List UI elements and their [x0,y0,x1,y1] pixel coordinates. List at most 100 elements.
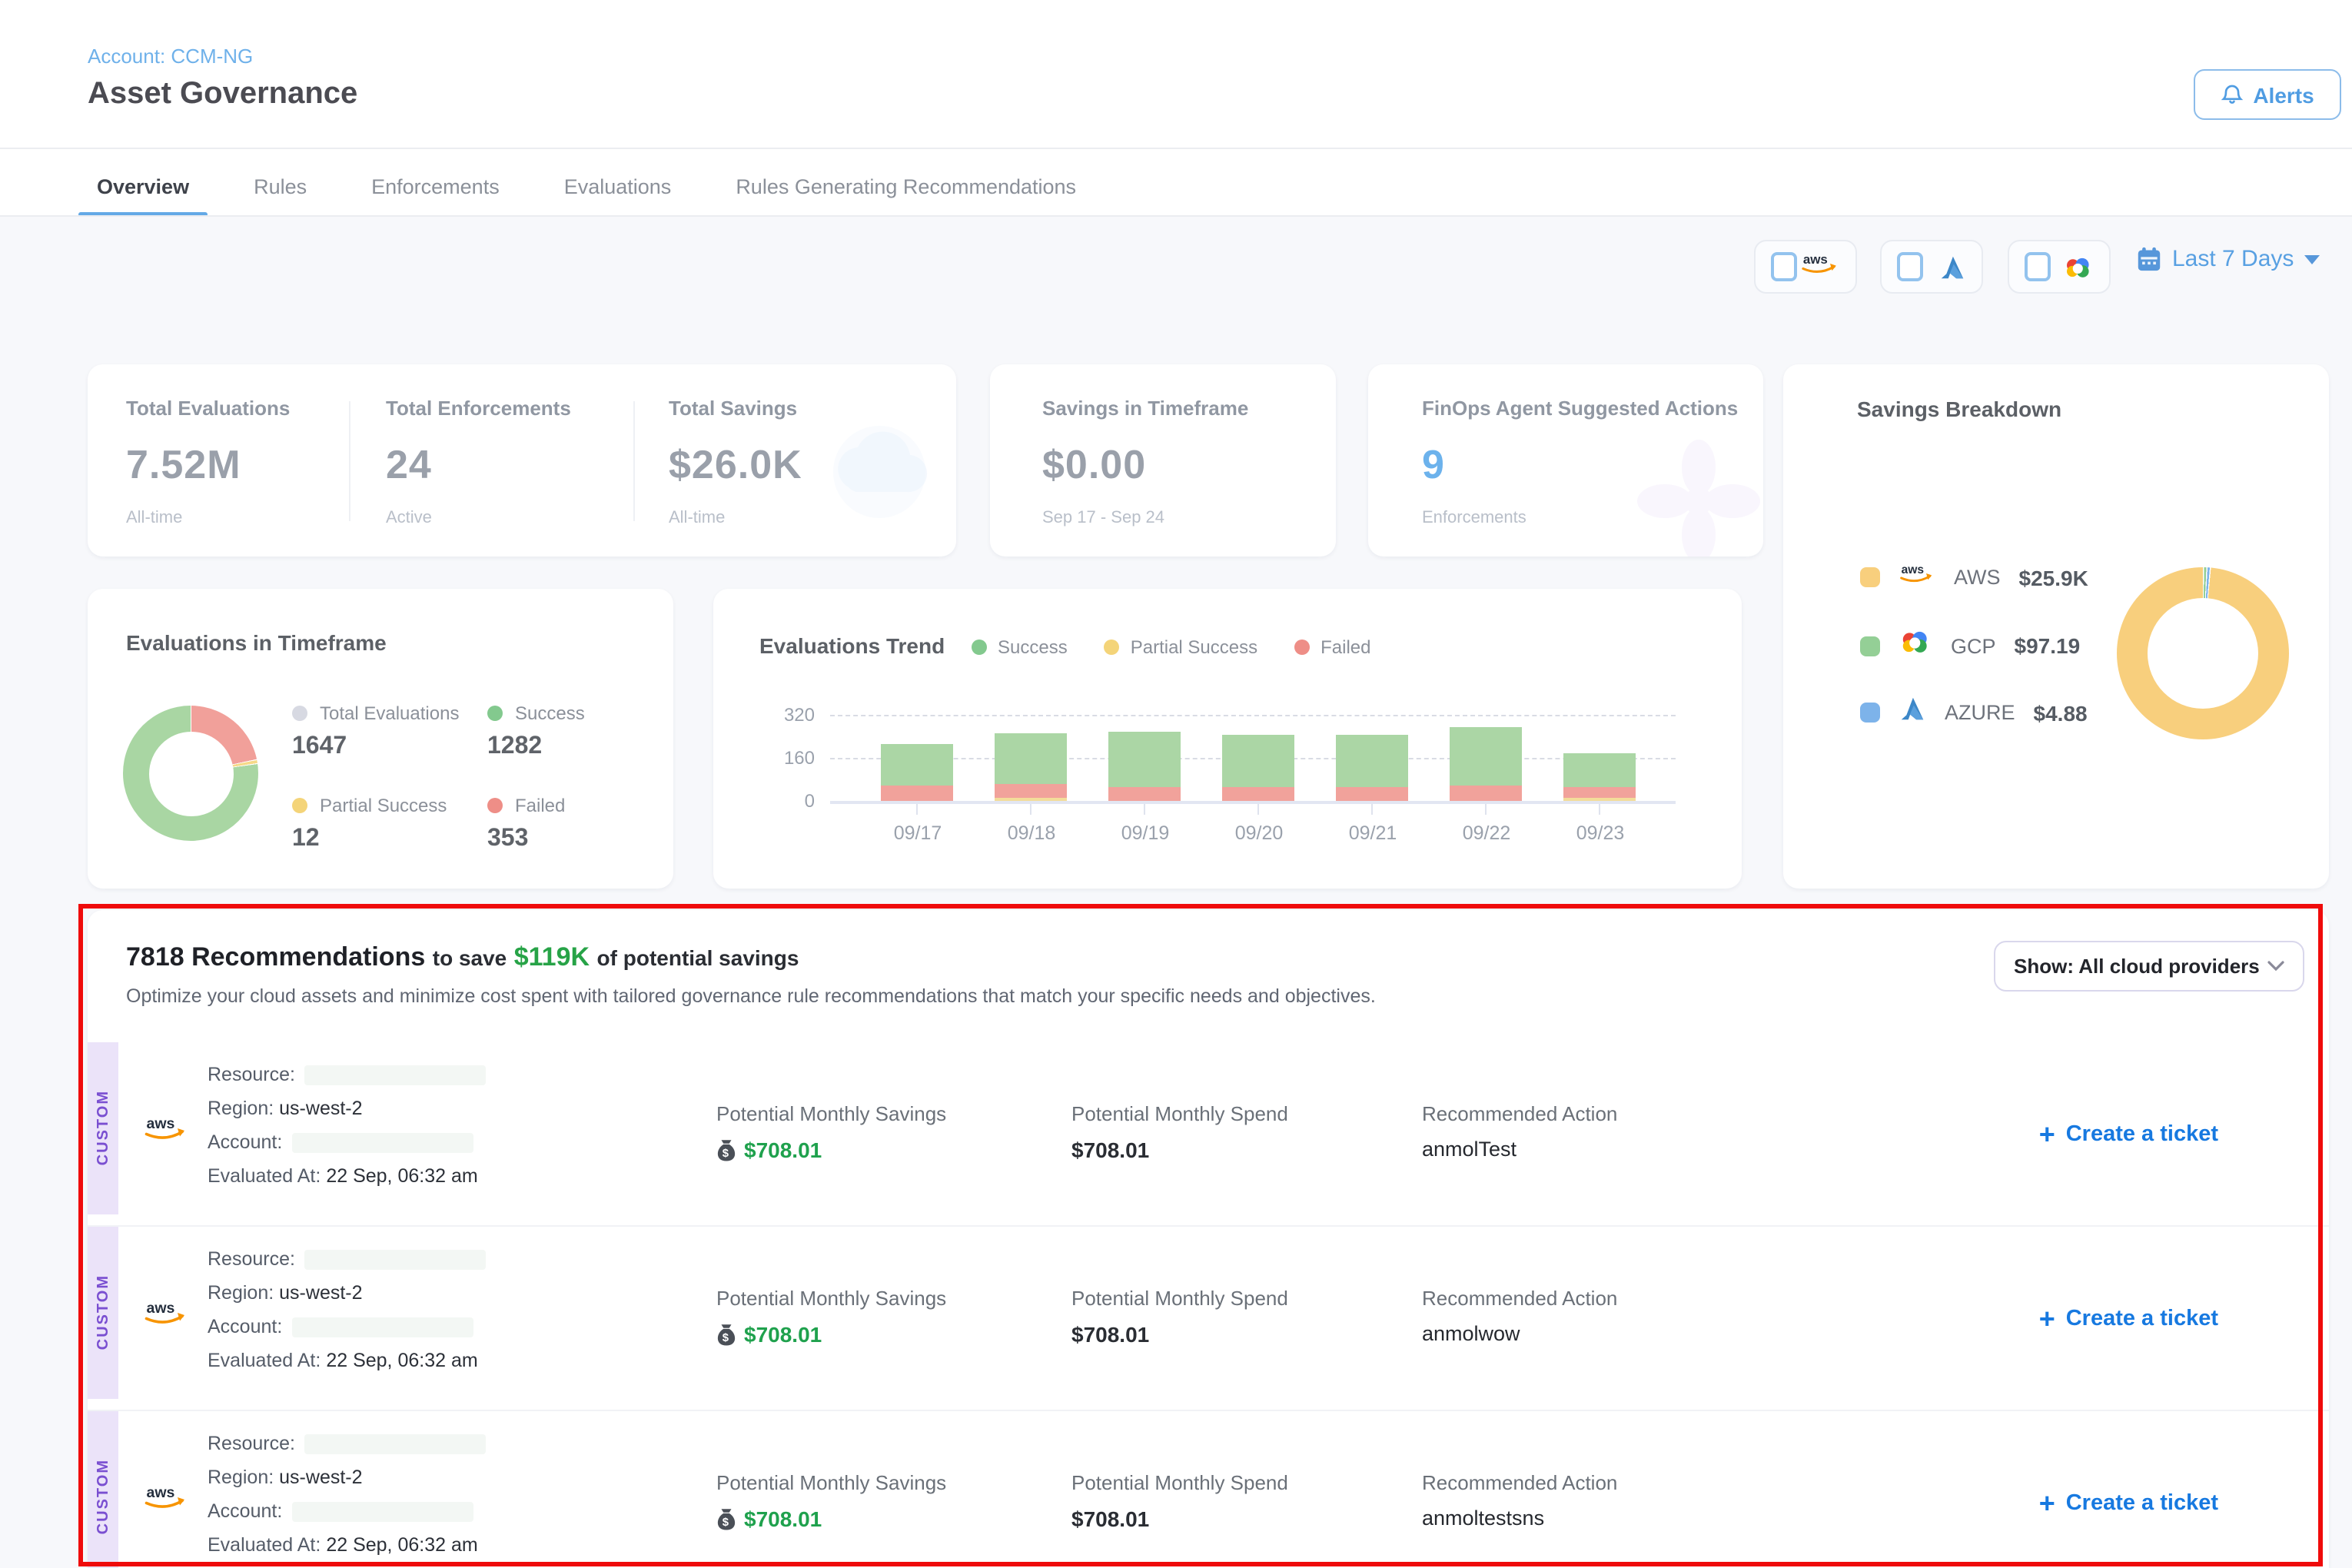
azure-legend-label: AZURE [1945,701,2015,724]
gcp-checkbox[interactable] [2025,252,2051,281]
evaluations-trend-card: Evaluations Trend Success Partial Succes… [713,589,1742,889]
account-line: Account: [208,1131,473,1153]
savings-timeframe-value: $0.00 [1042,441,1146,489]
legend-label: Total Evaluations [320,703,459,724]
aws-legend-label: AWS [1954,566,2001,589]
recommendations-amount: $119K [514,942,590,972]
x-axis-tickmark [1144,804,1145,815]
total-evaluations-value: 7.52M [126,441,241,489]
x-axis-label: 09/21 [1316,822,1430,844]
aws-checkbox[interactable] [1771,252,1797,281]
evaluated-line: Evaluated At: 22 Sep, 06:32 am [208,1534,478,1556]
breakdown-legend-azure: AZURE $4.88 [1860,696,2088,729]
x-axis-tickmark [1485,804,1487,815]
svg-text:$: $ [723,1516,729,1528]
region-line: Region: us-west-2 [208,1467,363,1488]
redacted-account-value [291,1133,473,1153]
y-axis-tick: 320 [769,704,815,726]
failed-dot [487,798,503,813]
spend-column-label: Potential Monthly Spend [1071,1287,1288,1310]
aws-legend-value: $25.9K [2019,565,2088,590]
x-axis-label: 09/20 [1202,822,1316,844]
savings-value: $ $708.01 [716,1507,822,1531]
gcp-logo-icon [1899,629,1932,663]
azure-checkbox[interactable] [1897,252,1923,281]
cloud-watermark-icon [810,410,948,541]
create-ticket-button[interactable]: + Create a ticket [2039,1491,2218,1516]
gcp-legend-swatch [1860,636,1880,656]
svg-text:$: $ [723,1147,729,1159]
svg-text:$: $ [723,1331,729,1344]
summary-stats-card: Total Evaluations 7.52M All-time Total E… [88,364,956,556]
account-line: Account: [208,1500,473,1522]
tab-bar: Overview Rules Enforcements Evaluations … [88,158,1085,215]
resource-line: Resource: [208,1248,486,1270]
date-range-selector[interactable]: Last 7 Days [2137,246,2320,272]
savings-column-label: Potential Monthly Savings [716,1471,946,1494]
create-ticket-button[interactable]: + Create a ticket [2039,1307,2218,1331]
gcp-legend-value: $97.19 [2015,633,2081,658]
recommendation-row: CUSTOM aws Resource: Region: us-west-2 A… [88,1410,2329,1568]
savings-breakdown-card: Savings Breakdown aws AWS $25.9K GCP $97… [1783,364,2329,889]
finops-suggested-actions-card: FinOps Agent Suggested Actions 9 Enforce… [1368,364,1763,556]
evaluations-trend-bar-chart: 016032009/1709/1809/1909/2009/2109/2209/… [713,589,1742,889]
dropdown-label: Show: All cloud providers [2014,955,2260,978]
provider-filter-aws[interactable]: aws [1754,240,1857,294]
evaluations-timeframe-title: Evaluations in Timeframe [126,630,387,655]
tab-evaluations[interactable]: Evaluations [555,158,681,215]
savings-timeframe-caption: Sep 17 - Sep 24 [1042,509,1164,527]
custom-badge: CUSTOM [88,1227,118,1399]
gcp-legend-label: GCP [1951,634,1996,657]
savings-column-label: Potential Monthly Savings [716,1287,946,1310]
svg-text:aws: aws [147,1300,175,1317]
provider-filter-gcp[interactable] [2008,240,2111,294]
x-axis-label: 09/17 [861,822,975,844]
total-evaluations-dot [292,706,307,721]
tab-rules-generating-recommendations[interactable]: Rules Generating Recommendations [726,158,1085,215]
azure-legend-swatch [1860,703,1880,723]
legend-success: Success 1282 [487,703,585,761]
evaluated-line: Evaluated At: 22 Sep, 06:32 am [208,1165,478,1187]
tab-enforcements[interactable]: Enforcements [362,158,509,215]
recommendations-header: 7818 Recommendations to save $119K of po… [126,942,799,973]
account-breadcrumb[interactable]: Account: CCM-NG [88,45,253,68]
total-evaluations-label: Total Evaluations [126,397,290,420]
date-range-label: Last 7 Days [2172,246,2294,272]
azure-logo-icon [1938,254,1966,279]
total-evaluations-caption: All-time [126,509,182,527]
redacted-account-value [291,1502,473,1522]
x-axis-line [830,801,1676,803]
bell-icon [2221,83,2242,106]
finops-value: 9 [1422,441,1445,489]
svg-text:aws: aws [1902,563,1925,576]
trend-bar-09/17 [881,744,953,801]
x-axis-label: 09/22 [1430,822,1543,844]
savings-breakdown-title: Savings Breakdown [1857,397,2061,421]
savings-value: $ $708.01 [716,1322,822,1347]
provider-filter-azure[interactable] [1880,240,1983,294]
calendar-icon [2137,246,2161,272]
plus-icon: + [2039,1124,2055,1145]
region-line: Region: us-west-2 [208,1282,363,1304]
alerts-button[interactable]: Alerts [2194,69,2341,120]
azure-logo-icon [1899,696,1926,729]
legend-value: 1282 [487,733,585,761]
action-value: anmolwow [1422,1322,1520,1345]
gcp-logo-icon [2063,254,2094,279]
trend-bar-09/21 [1336,735,1408,801]
spend-column-label: Potential Monthly Spend [1071,1471,1288,1494]
create-ticket-button[interactable]: + Create a ticket [2039,1122,2218,1147]
chevron-down-icon [2267,961,2284,972]
aws-legend-swatch [1860,567,1880,587]
action-column-label: Recommended Action [1422,1102,1617,1125]
x-axis-tickmark [916,804,918,815]
aws-logo-icon: aws [143,1297,189,1336]
y-axis-tick: 0 [769,790,815,812]
evaluations-in-timeframe-card: Evaluations in Timeframe Total Evaluatio… [88,589,673,889]
tab-rules[interactable]: Rules [244,158,316,215]
spend-value: $708.01 [1071,1322,1149,1347]
tab-overview[interactable]: Overview [88,158,198,215]
savings-breakdown-donut-chart [2117,567,2289,739]
x-axis-label: 09/18 [975,822,1088,844]
cloud-provider-filter-dropdown[interactable]: Show: All cloud providers [1994,941,2304,992]
